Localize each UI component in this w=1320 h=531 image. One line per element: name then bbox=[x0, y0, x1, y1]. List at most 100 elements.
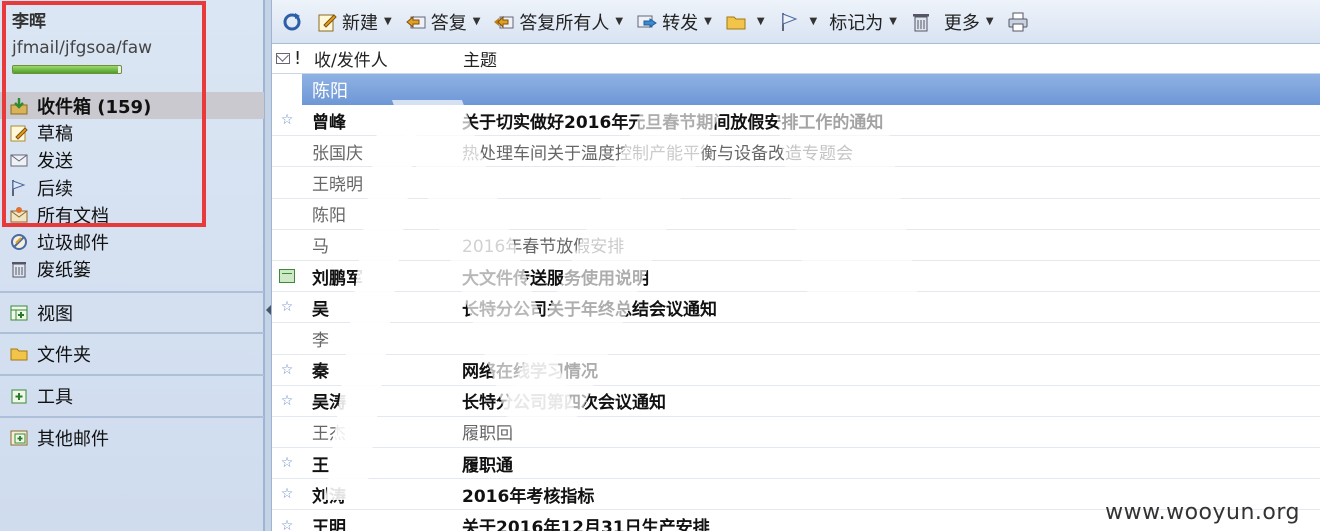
row-sender: 马 bbox=[312, 237, 329, 258]
envelope-icon bbox=[276, 53, 290, 64]
forward-button[interactable]: 转发 ▼ bbox=[631, 5, 716, 39]
folder-inbox[interactable]: 收件箱 (159) bbox=[0, 92, 264, 120]
table-row[interactable]: ☆ 吴 长特分公司关于年终总结会议通知 bbox=[272, 292, 1320, 324]
account-path: jfmail/jfgsoa/faw bbox=[12, 38, 153, 58]
chevron-down-icon[interactable]: ▼ bbox=[810, 16, 818, 27]
table-row[interactable]: 马 2016年春节放假安排 bbox=[272, 230, 1320, 261]
spam-icon bbox=[8, 231, 30, 253]
folder-followup[interactable]: 后续 bbox=[0, 174, 264, 201]
folder-label: 收件箱 (159) bbox=[37, 96, 152, 118]
table-row[interactable]: 刘鹏军 大文件传送服务使用说明 bbox=[272, 261, 1320, 293]
chevron-down-icon[interactable]: ▼ bbox=[757, 16, 765, 27]
account-panel: 李晖 jfmail/jfgsoa/faw bbox=[0, 0, 264, 88]
sent-icon bbox=[8, 149, 30, 171]
pane-splitter[interactable] bbox=[264, 0, 272, 531]
table-row[interactable]: 张国庆 热处理车间关于温度控制产能平衡与设备改造专题会 bbox=[272, 136, 1320, 168]
table-row[interactable]: 陈阳 bbox=[272, 199, 1320, 230]
row-sender: 王明 bbox=[312, 518, 346, 531]
reply-all-button[interactable]: 答复所有人 ▼ bbox=[488, 5, 627, 39]
reply-icon bbox=[404, 10, 428, 34]
table-row[interactable]: 李 bbox=[272, 323, 1320, 355]
new-label: 新建 bbox=[342, 12, 378, 34]
section-views[interactable]: 视图 bbox=[0, 291, 264, 332]
section-tools[interactable]: 工具 bbox=[0, 374, 264, 415]
chevron-down-icon[interactable]: ▼ bbox=[704, 16, 712, 27]
forward-icon bbox=[635, 10, 659, 34]
row-subject: 热处理车间关于温度控制产能平衡与设备改造专题会 bbox=[462, 143, 853, 164]
folder-all-docs[interactable]: 所有文档 bbox=[0, 201, 264, 228]
row-sender: 曾峰 bbox=[312, 112, 346, 133]
print-button[interactable] bbox=[1002, 5, 1037, 39]
star-icon[interactable]: ☆ bbox=[281, 518, 294, 531]
chevron-down-icon[interactable]: ▼ bbox=[986, 16, 994, 27]
star-icon[interactable]: ☆ bbox=[281, 362, 294, 378]
new-button[interactable]: 新建 ▼ bbox=[311, 5, 396, 39]
star-icon[interactable]: ☆ bbox=[281, 455, 294, 471]
section-label: 视图 bbox=[37, 303, 73, 325]
row-subject: 2016年春节放假安排 bbox=[462, 237, 625, 258]
column-flag[interactable]: ! bbox=[294, 48, 314, 69]
chevron-down-icon[interactable]: ▼ bbox=[615, 16, 623, 27]
flag-icon bbox=[777, 10, 801, 34]
inbox-icon bbox=[8, 95, 30, 117]
row-sender: 刘涛 bbox=[312, 486, 346, 507]
reply-all-icon bbox=[492, 10, 516, 34]
chevron-down-icon[interactable]: ▼ bbox=[473, 16, 481, 27]
draft-icon bbox=[8, 122, 30, 144]
star-icon[interactable]: ☆ bbox=[281, 112, 294, 128]
table-row[interactable]: ☆ 曾峰 关于切实做好2016年元旦春节期间放假安排工作的通知 bbox=[272, 105, 1320, 137]
folder-spam[interactable]: 垃圾邮件 bbox=[0, 228, 264, 255]
table-row[interactable]: ☆ 王 履职通 bbox=[272, 448, 1320, 480]
move-to-folder-button[interactable]: ▼ bbox=[720, 5, 769, 39]
printer-icon bbox=[1006, 10, 1030, 34]
table-row[interactable]: 王杰 履职回 bbox=[272, 417, 1320, 449]
row-status: ☆ bbox=[272, 486, 302, 502]
mail-client-window: 李晖 jfmail/jfgsoa/faw 收件箱 (159) 草稿 发送 后续 … bbox=[0, 0, 1320, 531]
row-sender: 李 bbox=[312, 330, 329, 351]
row-sender: 吴涛 bbox=[312, 393, 346, 414]
row-status bbox=[272, 269, 302, 284]
row-sender: 秦 bbox=[312, 362, 329, 383]
section-folders[interactable]: 文件夹 bbox=[0, 332, 264, 373]
reply-button[interactable]: 答复 ▼ bbox=[400, 5, 485, 39]
row-status: ☆ bbox=[272, 112, 302, 128]
delete-button[interactable] bbox=[905, 5, 940, 39]
row-subject: 长特分公司关于年终总结会议通知 bbox=[462, 299, 717, 320]
toolbar: 新建 ▼ 答复 ▼ 答复所有人 ▼ 转发 ▼ ▼ ▼ 标记为 ▼ 更多 ▼ bbox=[272, 0, 1320, 44]
group-header[interactable]: 陈阳 bbox=[302, 74, 1320, 105]
new-message-icon bbox=[315, 10, 339, 34]
chevron-down-icon[interactable]: ▼ bbox=[384, 16, 392, 27]
chevron-down-icon[interactable]: ▼ bbox=[889, 16, 897, 27]
folder-icon bbox=[8, 343, 30, 365]
section-other-mail[interactable]: 其他邮件 bbox=[0, 416, 264, 457]
more-button[interactable]: 更多 ▼ bbox=[940, 5, 998, 39]
column-sender[interactable]: 收/发件人 bbox=[314, 46, 463, 71]
trash-icon bbox=[8, 258, 30, 280]
column-type[interactable] bbox=[272, 53, 294, 64]
row-subject: 履职回 bbox=[462, 424, 513, 445]
flag-button[interactable]: ▼ bbox=[773, 5, 822, 39]
folder-drafts[interactable]: 草稿 bbox=[0, 119, 264, 146]
folder-label: 所有文档 bbox=[37, 205, 109, 227]
collapse-arrow-icon[interactable] bbox=[266, 305, 271, 315]
column-subject[interactable]: 主题 bbox=[463, 46, 497, 71]
table-row[interactable]: ☆ 吴涛 长特分公司第四次会议通知 bbox=[272, 386, 1320, 417]
message-pane: 新建 ▼ 答复 ▼ 答复所有人 ▼ 转发 ▼ ▼ ▼ 标记为 ▼ 更多 ▼ ! … bbox=[272, 0, 1320, 531]
trash-icon bbox=[909, 10, 933, 34]
row-sender: 王晓明 bbox=[312, 174, 363, 195]
star-icon[interactable]: ☆ bbox=[281, 299, 294, 315]
mark-as-button[interactable]: 标记为 ▼ bbox=[825, 5, 901, 39]
star-icon[interactable]: ☆ bbox=[281, 393, 294, 409]
folder-list: 收件箱 (159) 草稿 发送 后续 所有文档 垃圾邮件 废纸篓 bbox=[0, 92, 264, 283]
refresh-button[interactable] bbox=[276, 5, 311, 39]
row-subject: 大文件传送服务使用说明 bbox=[462, 268, 649, 289]
watermark: www.wooyun.org bbox=[1105, 500, 1300, 525]
folder-trash[interactable]: 废纸篓 bbox=[0, 256, 264, 283]
folder-sent[interactable]: 发送 bbox=[0, 147, 264, 174]
star-icon[interactable]: ☆ bbox=[281, 486, 294, 502]
row-status: ☆ bbox=[272, 518, 302, 531]
table-row[interactable]: 王晓明 bbox=[272, 167, 1320, 199]
row-sender: 王 bbox=[312, 455, 329, 476]
folder-label: 发送 bbox=[37, 151, 73, 173]
table-row[interactable]: ☆ 秦 网络在线学习情况 bbox=[272, 355, 1320, 386]
